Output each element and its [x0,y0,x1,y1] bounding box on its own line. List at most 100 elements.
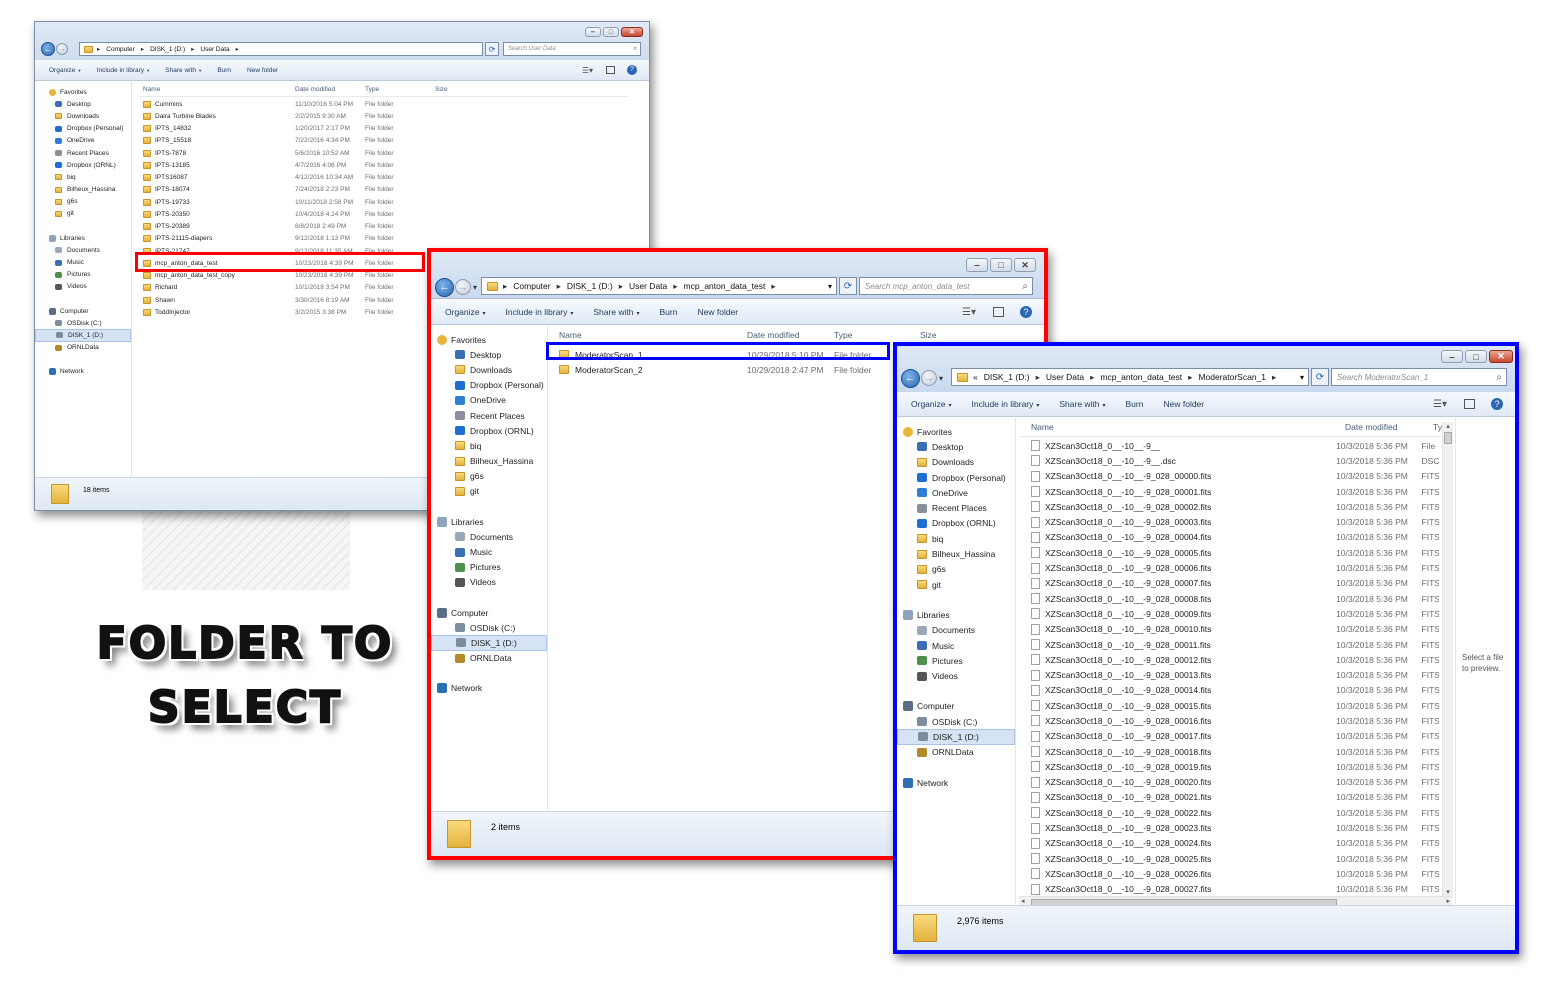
nav-item-recent-places[interactable]: Recent Places [431,408,547,423]
file-row[interactable]: XZScan3Oct18_0__-10__-9_028_00013.fits 10… [1019,667,1439,682]
share-with-button[interactable]: Share with ▾ [593,307,639,317]
preview-pane-icon[interactable] [606,66,615,74]
preview-pane-icon[interactable] [993,307,1004,317]
breadcrumb-overflow[interactable]: « [973,372,978,382]
file-row[interactable]: XZScan3Oct18_0__-10__-9_028_00010.fits 10… [1019,622,1439,637]
history-dropdown-icon[interactable]: ▾ [939,374,943,383]
nav-item-desktop[interactable]: Desktop [897,439,1015,454]
file-row[interactable]: IPTS_14832 1/20/2017 2:17 PM File folder [139,123,629,135]
include-in-library-button[interactable]: Include in library ▾ [971,399,1039,409]
nav-item-g6s[interactable]: g6s [431,469,547,484]
file-row[interactable]: XZScan3Oct18_0__-10__-9_028_00018.fits 10… [1019,744,1439,759]
nav-item-osdisk-c[interactable]: OSDisk (C:) [431,620,547,635]
nav-item-bilheux-hassina[interactable]: Bilheux_Hassina [897,546,1015,561]
nav-item-ornldata[interactable]: ORNLData [431,651,547,666]
file-row[interactable]: IPTS-18074 7/24/2018 2:23 PM File folder [139,184,629,196]
file-row[interactable]: IPTS-20350 10/4/2018 4:24 PM File folder [139,208,629,220]
column-size[interactable]: Size [920,330,970,340]
burn-button[interactable]: Burn [660,307,678,317]
refresh-icon[interactable]: ⟳ [839,277,857,295]
search-input[interactable]: Search User Data ⌕ [503,42,641,56]
nav-item-git[interactable]: git [431,484,547,499]
nav-item-pictures[interactable]: Pictures [897,653,1015,668]
breadcrumb-computer[interactable]: Computer [513,281,550,291]
breadcrumb-user-data[interactable]: User Data [200,46,229,53]
maximize-button[interactable]: □ [990,258,1012,272]
file-row[interactable]: XZScan3Oct18_0__-10__-9_028_00014.fits 10… [1019,683,1439,698]
new-folder-button[interactable]: New folder [697,307,738,317]
nav-section-network[interactable]: Network [897,775,1015,790]
file-row[interactable]: XZScan3Oct18_0__-10__-9_028_00007.fits 10… [1019,576,1439,591]
nav-item-documents[interactable]: Documents [897,623,1015,638]
file-row[interactable]: IPTS-13185 4/7/2016 4:06 PM File folder [139,159,629,171]
back-button[interactable]: ← [901,368,920,388]
file-row[interactable]: XZScan3Oct18_0__-10__-9_028_00019.fits 10… [1019,759,1439,774]
nav-item-bilheux-hassina[interactable]: Bilheux_Hassina [431,454,547,469]
view-options-icon[interactable]: ☰▾ [582,66,593,75]
breadcrumb-disk[interactable]: DISK_1 (D:) [150,46,185,53]
scroll-right-icon[interactable]: ▸ [1446,897,1450,905]
breadcrumb-user-data[interactable]: User Data [1046,372,1084,382]
file-row[interactable]: IPTS_15518 7/22/2016 4:34 PM File folder [139,135,629,147]
nav-section-libraries[interactable]: Libraries [35,232,131,244]
file-row[interactable]: IPTS-21115-diapers 9/12/2018 1:13 PM File … [139,233,629,245]
organize-button[interactable]: Organize ▾ [911,399,951,409]
maximize-button[interactable]: □ [603,27,619,37]
view-options-icon[interactable]: ☰▾ [962,307,976,318]
file-row[interactable]: IPTS16087 4/12/2016 10:34 AM File folder [139,172,629,184]
close-button[interactable]: ✕ [1489,350,1513,363]
scrollbar-thumb[interactable] [1444,432,1452,444]
organize-button[interactable]: Organize ▾ [49,67,81,74]
forward-button[interactable]: → [56,43,68,55]
nav-section-favorites[interactable]: Favorites [897,424,1015,439]
nav-item-videos[interactable]: Videos [35,281,131,293]
burn-button[interactable]: Burn [1126,399,1144,409]
nav-item-biq[interactable]: biq [35,171,131,183]
nav-item-onedrive[interactable]: OneDrive [35,135,131,147]
nav-item-videos[interactable]: Videos [897,668,1015,683]
column-date[interactable]: Date modified [1345,422,1433,432]
close-button[interactable]: ✕ [1014,258,1036,272]
burn-button[interactable]: Burn [217,67,231,74]
close-button[interactable]: ✕ [621,27,643,37]
scroll-up-icon[interactable]: ▴ [1443,422,1453,430]
file-row[interactable]: IPTS-20389 8/8/2018 2:49 PM File folder [139,221,629,233]
column-type[interactable]: Type [365,86,435,93]
search-input[interactable]: Search ModeratorScan_1 ⌕ [1331,368,1507,386]
minimize-button[interactable]: ‒ [966,258,988,272]
nav-item-videos[interactable]: Videos [431,575,547,590]
nav-item-onedrive[interactable]: OneDrive [897,485,1015,500]
nav-item-ornldata[interactable]: ORNLData [35,342,131,354]
nav-item-dropbox-ornl[interactable]: Dropbox (ORNL) [35,159,131,171]
include-in-library-button[interactable]: Include in library ▾ [97,67,150,74]
file-row[interactable]: XZScan3Oct18_0__-10__-9_028_00008.fits 10… [1019,591,1439,606]
breadcrumb-moderatorscan-1[interactable]: ModeratorScan_1 [1198,372,1266,382]
new-folder-button[interactable]: New folder [1163,399,1204,409]
file-row[interactable]: XZScan3Oct18_0__-10__-9__.dsc 10/3/2018 5… [1019,453,1439,468]
nav-item-desktop[interactable]: Desktop [35,98,131,110]
nav-section-computer[interactable]: Computer [35,305,131,317]
refresh-icon[interactable]: ⟳ [485,42,499,56]
file-row[interactable]: XZScan3Oct18_0__-10__-9_028_00005.fits 10… [1019,545,1439,560]
nav-item-disk-1-d[interactable]: DISK_1 (D:) [431,635,547,651]
nav-section-computer[interactable]: Computer [431,605,547,620]
column-date[interactable]: Date modified [295,86,365,93]
nav-item-dropbox-ornl[interactable]: Dropbox (ORNL) [431,423,547,438]
nav-item-music[interactable]: Music [35,256,131,268]
nav-item-biq[interactable]: biq [897,531,1015,546]
nav-section-favorites[interactable]: Favorites [431,332,547,347]
file-row[interactable]: XZScan3Oct18_0__-10__-9_028_00000.fits 10… [1019,469,1439,484]
file-row[interactable]: XZScan3Oct18_0__-10__-9_028_00009.fits 10… [1019,606,1439,621]
column-size[interactable]: Size [435,86,475,93]
nav-item-onedrive[interactable]: OneDrive [431,393,547,408]
nav-section-libraries[interactable]: Libraries [431,514,547,529]
share-with-button[interactable]: Share with ▾ [165,67,201,74]
nav-section-favorites[interactable]: Favorites [35,86,131,98]
nav-item-documents[interactable]: Documents [431,529,547,544]
column-type[interactable]: Type [834,330,920,340]
breadcrumb-mcp-anton-data-test[interactable]: mcp_anton_data_test [684,281,766,291]
file-row[interactable]: XZScan3Oct18_0__-10__-9_028_00020.fits 10… [1019,775,1439,790]
nav-section-network[interactable]: Network [431,681,547,696]
nav-item-dropbox-personal[interactable]: Dropbox (Personal) [35,123,131,135]
minimize-button[interactable]: ‒ [1441,350,1463,363]
